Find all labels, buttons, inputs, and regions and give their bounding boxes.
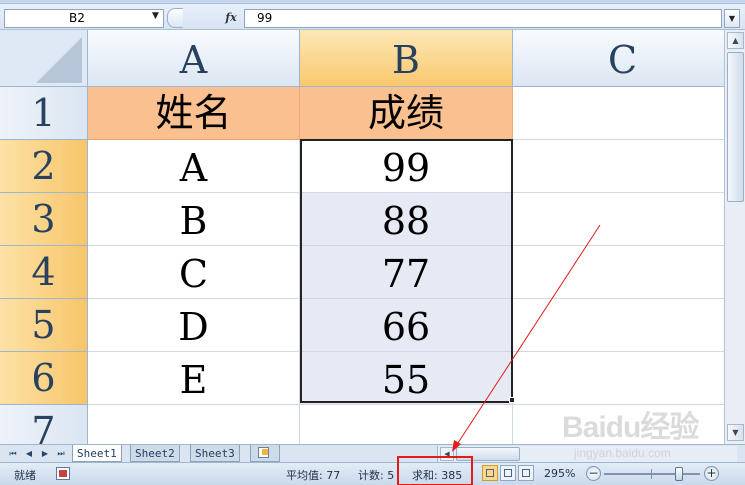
insert-sheet-button[interactable] (250, 445, 280, 462)
prev-sheet-icon[interactable]: ◀ (22, 447, 36, 460)
row-header-1[interactable]: 1 (0, 87, 88, 140)
status-sum: 求和: 385 (412, 469, 463, 482)
cell-c4[interactable] (513, 246, 724, 299)
scroll-left-arrow-icon[interactable]: ◀ (440, 447, 454, 461)
cell-b6[interactable]: 55 (300, 352, 513, 405)
cell-a1[interactable]: 姓名 (88, 87, 300, 140)
insert-sheet-icon (258, 447, 269, 458)
cell-c7[interactable] (513, 405, 724, 444)
macro-record-icon[interactable] (56, 467, 70, 480)
status-ready-text: 就绪 (14, 469, 36, 482)
normal-view-button[interactable] (482, 465, 498, 481)
row-header-4[interactable]: 4 (0, 246, 88, 299)
status-bar: 就绪 平均值: 77 计数: 5 求和: 385 295% − + (0, 462, 745, 485)
sheet-tab-sheet3[interactable]: Sheet3 (190, 445, 240, 462)
vertical-scrollbar[interactable]: ▲ ▼ (724, 30, 745, 444)
cell-c1[interactable] (513, 87, 724, 140)
cell-c3[interactable] (513, 193, 724, 246)
worksheet-grid[interactable]: A B C 1 2 3 4 5 6 7 姓名 成绩 A 99 B 88 C 77… (0, 30, 724, 444)
zoom-in-button[interactable]: + (704, 466, 719, 481)
sheet-tab-sheet1[interactable]: Sheet1 (72, 445, 122, 462)
cell-a3[interactable]: B (88, 193, 300, 246)
scroll-up-arrow-icon[interactable]: ▲ (727, 32, 744, 49)
cell-c5[interactable] (513, 299, 724, 352)
row-header-5[interactable]: 5 (0, 299, 88, 352)
cell-c6[interactable] (513, 352, 724, 405)
page-break-preview-button[interactable] (518, 465, 534, 481)
row-header-7[interactable]: 7 (0, 405, 88, 444)
select-all-icon (36, 37, 82, 83)
insert-function-icon[interactable]: fx (220, 9, 242, 28)
cell-b7[interactable] (300, 405, 513, 444)
scroll-down-arrow-icon[interactable]: ▼ (727, 424, 744, 441)
name-box[interactable]: B2 (4, 9, 164, 28)
ribbon-edge (0, 0, 745, 4)
cell-c2[interactable] (513, 140, 724, 193)
row-header-2[interactable]: 2 (0, 140, 88, 193)
cell-a5[interactable]: D (88, 299, 300, 352)
cell-a7[interactable] (88, 405, 300, 444)
cell-b5[interactable]: 66 (300, 299, 513, 352)
column-header-a[interactable]: A (88, 30, 300, 87)
first-sheet-icon[interactable]: ⏮ (6, 447, 20, 460)
status-average: 平均值: 77 (286, 469, 341, 482)
cell-b4[interactable]: 77 (300, 246, 513, 299)
formula-bar-toggle-button[interactable] (167, 8, 183, 28)
expand-formula-bar-button[interactable]: ▼ (724, 9, 740, 28)
column-header-b[interactable]: B (300, 30, 513, 87)
zoom-slider-track[interactable] (604, 473, 700, 475)
select-all-button[interactable] (0, 30, 88, 87)
cell-a6[interactable]: E (88, 352, 300, 405)
row-header-3[interactable]: 3 (0, 193, 88, 246)
page-layout-icon (504, 469, 512, 477)
zoom-out-button[interactable]: − (586, 466, 601, 481)
normal-view-icon (486, 469, 494, 477)
formula-input[interactable]: 99 (244, 9, 722, 28)
vertical-scroll-thumb[interactable] (727, 52, 744, 202)
cell-b3[interactable]: 88 (300, 193, 513, 246)
cell-a2[interactable]: A (88, 140, 300, 193)
sheet-tab-bar: ⏮ ◀ ▶ ⏭ Sheet1 Sheet2 Sheet3 ◀ (0, 444, 745, 462)
cell-b2[interactable]: 99 (300, 140, 513, 193)
page-break-icon (522, 469, 530, 477)
next-sheet-icon[interactable]: ▶ (38, 447, 52, 460)
horizontal-scroll-thumb[interactable] (456, 447, 520, 461)
zoom-slider-midpoint (651, 469, 652, 479)
horizontal-scrollbar[interactable]: ◀ (437, 446, 737, 462)
last-sheet-icon[interactable]: ⏭ (54, 447, 68, 460)
cell-a4[interactable]: C (88, 246, 300, 299)
zoom-slider-thumb[interactable] (675, 467, 683, 481)
chevron-down-icon[interactable]: ▼ (152, 11, 159, 21)
formula-bar: B2 ▼ fx 99 ▼ (0, 0, 745, 30)
row-header-6[interactable]: 6 (0, 352, 88, 405)
zoom-level[interactable]: 295% (544, 467, 575, 480)
fill-handle[interactable] (509, 397, 515, 403)
cell-b1[interactable]: 成绩 (300, 87, 513, 140)
column-header-c[interactable]: C (513, 30, 724, 87)
status-count: 计数: 5 (358, 469, 395, 482)
page-layout-view-button[interactable] (500, 465, 516, 481)
sheet-tab-sheet2[interactable]: Sheet2 (130, 445, 180, 462)
